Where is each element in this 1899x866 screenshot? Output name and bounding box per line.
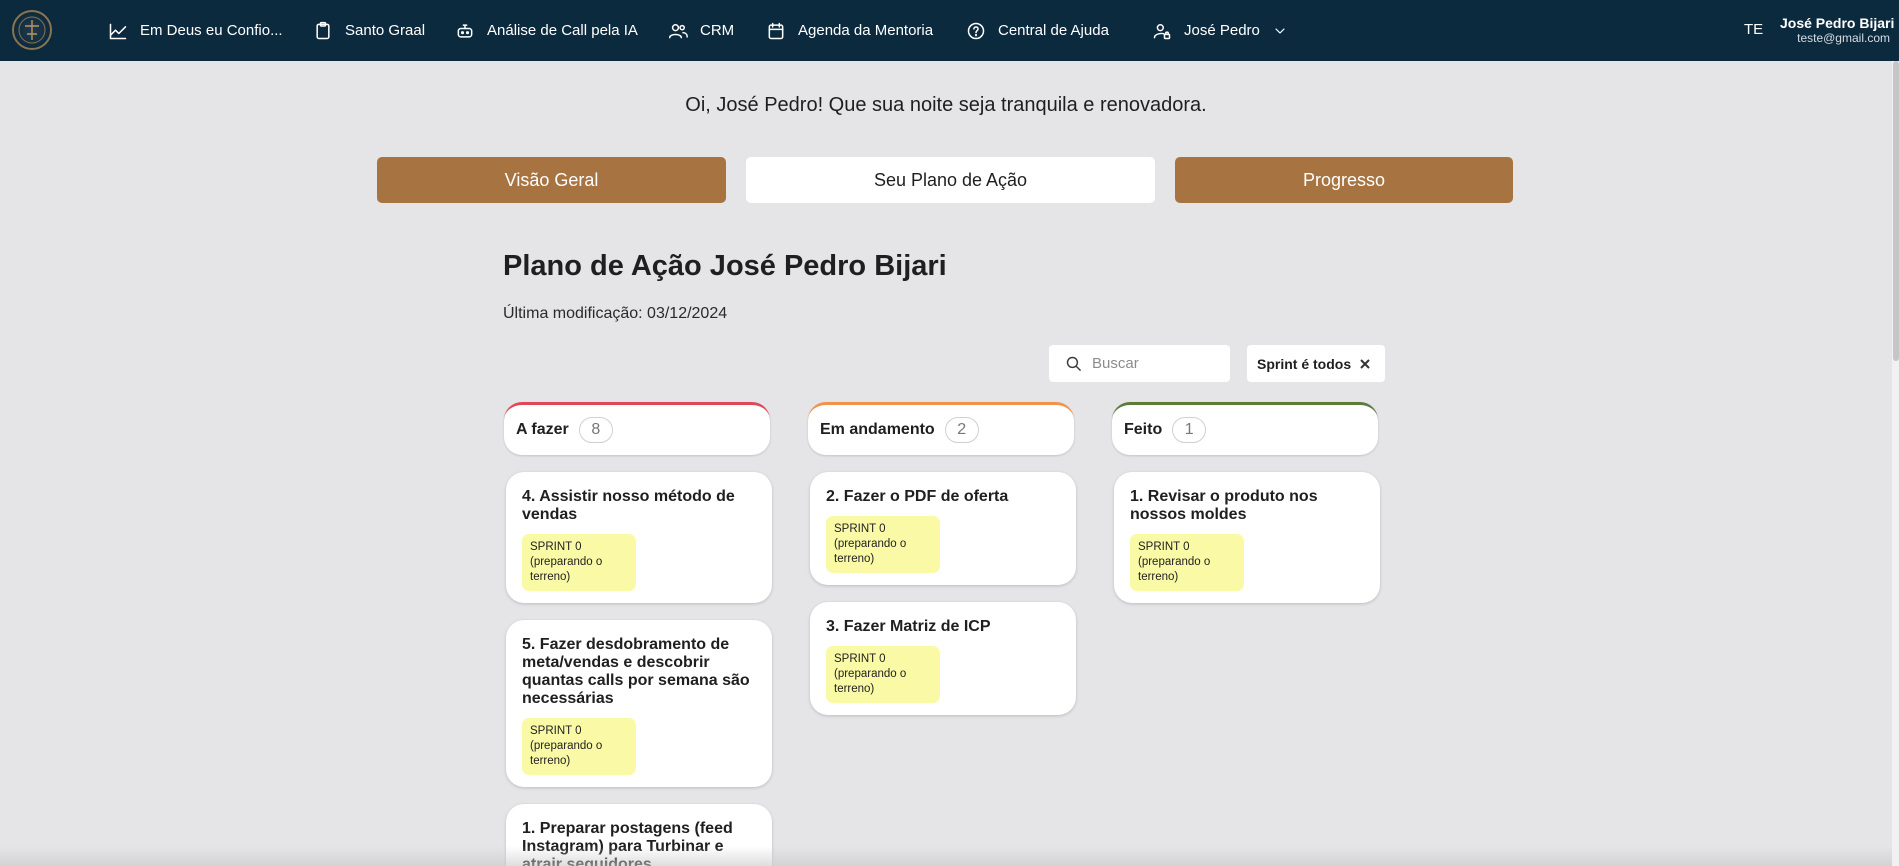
page-title: Plano de Ação José Pedro Bijari: [503, 250, 947, 282]
sprint-badge: SPRINT 0 (preparando o terreno): [826, 646, 940, 703]
column-count-badge: 8: [578, 417, 613, 443]
nav-item-santo-graal[interactable]: Santo Graal: [313, 0, 425, 61]
clipboard-icon: [316, 21, 330, 39]
column-title: Feito: [1124, 421, 1163, 438]
sprint-badge: SPRINT 0 (preparando o terreno): [1130, 534, 1244, 591]
search-input[interactable]: [1092, 355, 1212, 372]
logo-emblem-icon: [18, 16, 46, 44]
column-header-a-fazer: A fazer 8: [504, 402, 770, 455]
task-card[interactable]: 3. Fazer Matriz de ICP SPRINT 0 (prepara…: [810, 602, 1076, 715]
column-title: A fazer: [516, 421, 569, 438]
user-name: José Pedro Bijari: [1780, 15, 1895, 31]
nav-item-label: Agenda da Mentoria: [798, 22, 934, 39]
nav-item-label: CRM: [700, 22, 735, 39]
logo[interactable]: [12, 10, 52, 50]
robot-icon: [457, 23, 473, 38]
chevron-down-icon: [1275, 27, 1285, 34]
task-title: 5. Fazer desdobramento de meta/vendas e …: [522, 636, 750, 707]
column-count-badge: 2: [944, 417, 979, 443]
page-scrollbar[interactable]: [1892, 61, 1899, 866]
task-title: 3. Fazer Matriz de ICP: [826, 618, 991, 635]
tab-seu-plano-de-acao[interactable]: Seu Plano de Ação: [746, 157, 1155, 203]
user-email: teste@gmail.com: [1797, 31, 1890, 45]
nav-item-em-deus-eu-confio[interactable]: Em Deus eu Confio...: [108, 0, 283, 61]
sprint-badge: SPRINT 0 (preparando o terreno): [826, 516, 940, 573]
search-box[interactable]: [1049, 345, 1230, 382]
close-icon[interactable]: [1359, 358, 1371, 370]
sprint-filter-chip[interactable]: Sprint é todos: [1247, 345, 1385, 382]
task-card[interactable]: 5. Fazer desdobramento de meta/vendas e …: [506, 620, 772, 787]
column-count-badge: 1: [1172, 417, 1207, 443]
nav-item-label: Análise de Call pela IA: [487, 22, 638, 39]
calendar-icon: [768, 22, 784, 39]
nav-item-analise-call-ia[interactable]: Análise de Call pela IA: [455, 0, 638, 61]
nav-item-central-ajuda[interactable]: Central de Ajuda: [966, 0, 1109, 61]
top-nav: Em Deus eu Confio... Santo Graal Análise…: [0, 0, 1899, 61]
filter-label: Sprint é todos: [1257, 355, 1352, 372]
users-icon: [668, 23, 688, 38]
greeting-message: Oi, José Pedro! Que sua noite seja tranq…: [685, 94, 1207, 116]
nav-item-label: Central de Ajuda: [998, 22, 1109, 39]
user-info[interactable]: José Pedro Bijari teste@gmail.com: [1780, 15, 1895, 45]
user-lock-icon: [1153, 23, 1171, 39]
sprint-badge: SPRINT 0 (preparando o terreno): [522, 718, 636, 775]
column-header-feito: Feito 1: [1112, 402, 1378, 455]
task-card[interactable]: 1. Revisar o produto nos nossos moldes S…: [1114, 472, 1380, 603]
task-title: 2. Fazer o PDF de oferta: [826, 488, 1009, 505]
nav-item-label: Em Deus eu Confio...: [140, 22, 283, 39]
tab-progresso[interactable]: Progresso: [1175, 157, 1513, 203]
nav-item-label: Santo Graal: [345, 22, 426, 39]
nav-item-crm[interactable]: CRM: [668, 0, 734, 61]
nav-item-label: José Pedro: [1184, 22, 1260, 39]
help-circle-icon: [967, 22, 985, 39]
task-card[interactable]: 2. Fazer o PDF de oferta SPRINT 0 (prepa…: [810, 472, 1076, 585]
column-header-em-andamento: Em andamento 2: [808, 402, 1074, 455]
trending-up-icon: [109, 23, 127, 39]
search-icon: [1066, 356, 1082, 372]
nav-item-agenda-mentoria[interactable]: Agenda da Mentoria: [766, 0, 933, 61]
user-avatar-initials[interactable]: TE: [1744, 21, 1763, 38]
column-title: Em andamento: [820, 421, 935, 438]
bottom-fade: [0, 846, 1892, 866]
task-title: 1. Revisar o produto nos nossos moldes: [1130, 488, 1318, 523]
task-card[interactable]: 4. Assistir nosso método de vendas SPRIN…: [506, 472, 772, 603]
scrollbar-thumb[interactable]: [1893, 61, 1899, 361]
sprint-badge: SPRINT 0 (preparando o terreno): [522, 534, 636, 591]
task-title: 4. Assistir nosso método de vendas: [522, 488, 735, 523]
tab-visao-geral[interactable]: Visão Geral: [377, 157, 726, 203]
last-modified: Última modificação: 03/12/2024: [503, 305, 728, 322]
nav-item-user-menu[interactable]: José Pedro: [1152, 0, 1288, 61]
